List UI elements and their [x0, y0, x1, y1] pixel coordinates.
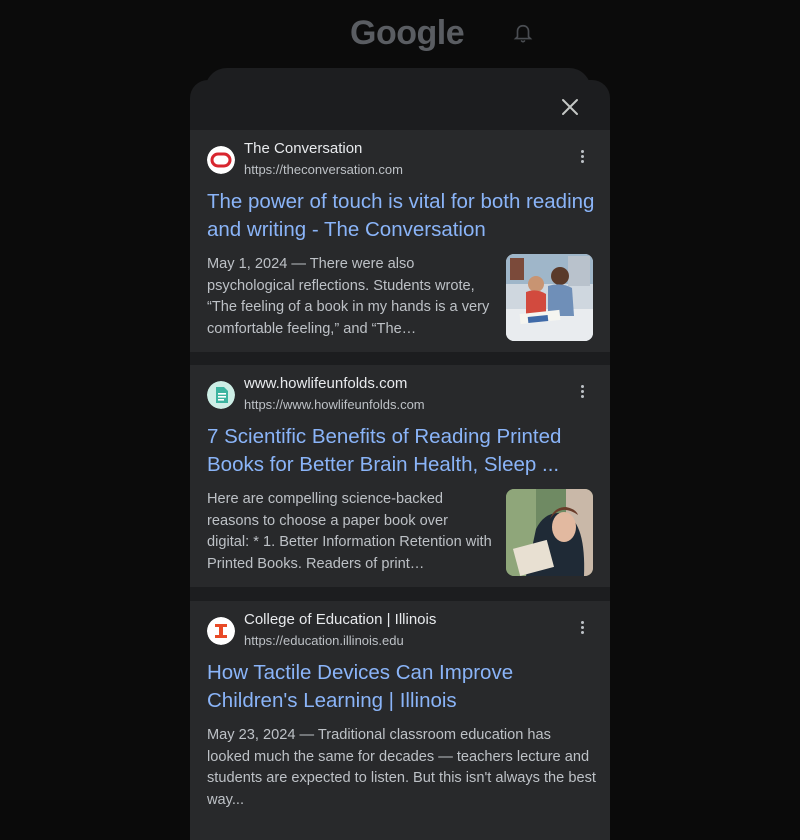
children-reading-photo[interactable]: [506, 254, 593, 341]
bell-icon[interactable]: [512, 22, 534, 46]
search-result-card[interactable]: The Conversation https://theconversation…: [190, 130, 610, 352]
result-snippet: May 1, 2024 — There were also psychologi…: [207, 256, 490, 337]
woman-reading-photo[interactable]: [506, 489, 593, 576]
result-site-name[interactable]: The Conversation: [244, 140, 362, 157]
search-result-card[interactable]: www.howlifeunfolds.com https://www.howli…: [190, 365, 610, 587]
google-logo: Google: [350, 14, 465, 52]
result-url[interactable]: https://theconversation.com: [244, 162, 403, 177]
more-options-icon[interactable]: [578, 383, 586, 403]
close-icon[interactable]: [560, 97, 580, 117]
result-site-name[interactable]: www.howlifeunfolds.com: [244, 375, 407, 392]
result-url[interactable]: https://www.howlifeunfolds.com: [244, 397, 425, 412]
result-title-link[interactable]: How Tactile Devices Can Improve Children…: [207, 659, 597, 715]
result-url[interactable]: https://education.illinois.edu: [244, 633, 404, 648]
more-options-icon[interactable]: [578, 619, 586, 639]
result-snippet: May 23, 2024 — Traditional classroom edu…: [207, 727, 596, 808]
the-conversation-logo: [207, 146, 235, 174]
search-result-card[interactable]: College of Education | Illinois https://…: [190, 601, 610, 840]
result-snippet: Here are compelling science-backed reaso…: [207, 491, 492, 572]
more-options-icon[interactable]: [578, 148, 586, 168]
result-title-link[interactable]: 7 Scientific Benefits of Reading Printed…: [207, 423, 597, 479]
result-site-name[interactable]: College of Education | Illinois: [244, 611, 436, 628]
illinois-logo: [207, 617, 235, 645]
result-title-link[interactable]: The power of touch is vital for both rea…: [207, 188, 597, 244]
document-icon: [207, 381, 235, 409]
results-sheet: The Conversation https://theconversation…: [190, 80, 610, 840]
